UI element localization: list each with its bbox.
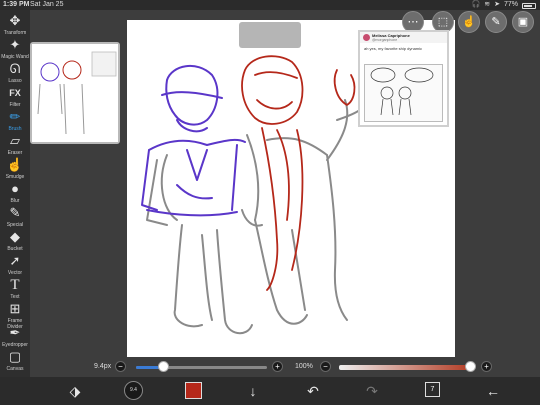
color-button[interactable]	[185, 382, 202, 399]
download-button[interactable]: ↓	[243, 381, 263, 401]
gesture-button[interactable]: ☝	[458, 11, 480, 33]
undo-icon: ↶	[307, 383, 319, 399]
drop-icon: ●	[11, 181, 19, 196]
brush-size-label: 9.4px	[94, 363, 112, 370]
back-button[interactable]: ←	[483, 381, 503, 401]
quick-tool-icon: ⬗	[69, 383, 81, 399]
down-arrow-icon: ↓	[249, 383, 257, 399]
battery-icon	[522, 3, 536, 9]
hand-icon: ☝	[462, 16, 476, 28]
reference-handle: @morganphone	[372, 38, 398, 42]
zoom-indicator	[239, 22, 301, 48]
selection-icon: ⬚	[437, 16, 449, 28]
toggle-icon: ⋯	[407, 16, 419, 28]
layers-button[interactable]: 7	[425, 382, 440, 397]
image-icon: ▣	[517, 16, 529, 28]
undo-button[interactable]: ↶	[303, 381, 323, 401]
cursor-icon: ➚	[9, 253, 21, 268]
status-time: 1:39 PM	[3, 1, 30, 8]
status-date: Sat Jan 25	[30, 1, 64, 8]
quick-tool-button[interactable]: ⬗	[65, 381, 85, 401]
opacity-label: 100%	[295, 363, 313, 370]
drawing-app: 1:39 PM Sat Jan 25 🎧 ≋ ➤ 77% ✥ Transform …	[0, 0, 540, 405]
frame-icon: ⊞	[9, 301, 21, 316]
status-right: 🎧 ≋ ➤ 77%	[472, 0, 536, 10]
brush-size-button[interactable]: 9.4	[124, 381, 143, 400]
smudge-icon: ☝	[6, 157, 24, 172]
brush-slider-row: 9.4px − + 100% − +	[0, 357, 540, 377]
tool-sidebar: ✥ Transform ✦ Magic Wand ᘏ Lasso FX Filter ✏…	[0, 10, 30, 378]
reference-image[interactable]: Melissa Capriphone @morganphone ah yes, …	[358, 30, 449, 127]
location-icon: ➤	[494, 1, 500, 8]
reference-comic	[364, 64, 443, 122]
magic-wand-icon: ✦	[9, 37, 21, 52]
comic-drawing	[370, 67, 434, 116]
special-pen-icon: ✎	[9, 205, 21, 220]
layers-icon: 7	[430, 386, 435, 393]
opacity-decrease-button[interactable]: −	[320, 361, 331, 372]
avatar	[363, 34, 370, 41]
reference-text: ah yes, my favorite ship dynamic	[364, 46, 423, 51]
ruler-button[interactable]: ✎	[485, 11, 507, 33]
bottom-toolbar: ⬗ ↓ ↶ ↷ ←	[0, 377, 540, 405]
size-decrease-button[interactable]: −	[115, 361, 126, 372]
lasso-icon: ᘏ	[9, 61, 21, 76]
fx-icon: FX	[9, 88, 21, 98]
eraser-icon: ▱	[10, 133, 20, 148]
move-icon: ✥	[9, 13, 21, 28]
headphones-icon: 🎧	[471, 1, 481, 8]
import-image-button[interactable]: ▣	[512, 11, 534, 33]
redo-icon: ↷	[366, 383, 378, 399]
opacity-knob[interactable]	[465, 361, 476, 372]
wifi-icon: ≋	[484, 1, 491, 8]
canvas-navigator[interactable]	[30, 42, 120, 144]
brush-icon: ✏	[9, 109, 21, 124]
redo-button[interactable]: ↷	[362, 381, 382, 401]
status-bar: 1:39 PM Sat Jan 25 🎧 ≋ ➤ 77%	[0, 0, 540, 10]
reference-header: Melissa Capriphone @morganphone	[360, 32, 447, 43]
back-icon: ←	[486, 383, 500, 399]
opacity-slider[interactable]	[339, 365, 472, 370]
navigator-thumbnail	[32, 44, 118, 142]
text-icon: T	[10, 277, 20, 293]
battery-percent: 77%	[503, 1, 518, 8]
size-increase-button[interactable]: +	[272, 361, 283, 372]
eyedropper-icon: ✒	[9, 325, 21, 340]
brush-size-icon: 9.4	[130, 387, 137, 393]
opacity-increase-button[interactable]: +	[481, 361, 492, 372]
brush-size-slider[interactable]	[136, 366, 267, 369]
brush-size-knob[interactable]	[158, 361, 169, 372]
bucket-icon: ◆	[10, 229, 20, 244]
pen-icon: ✎	[491, 16, 501, 28]
